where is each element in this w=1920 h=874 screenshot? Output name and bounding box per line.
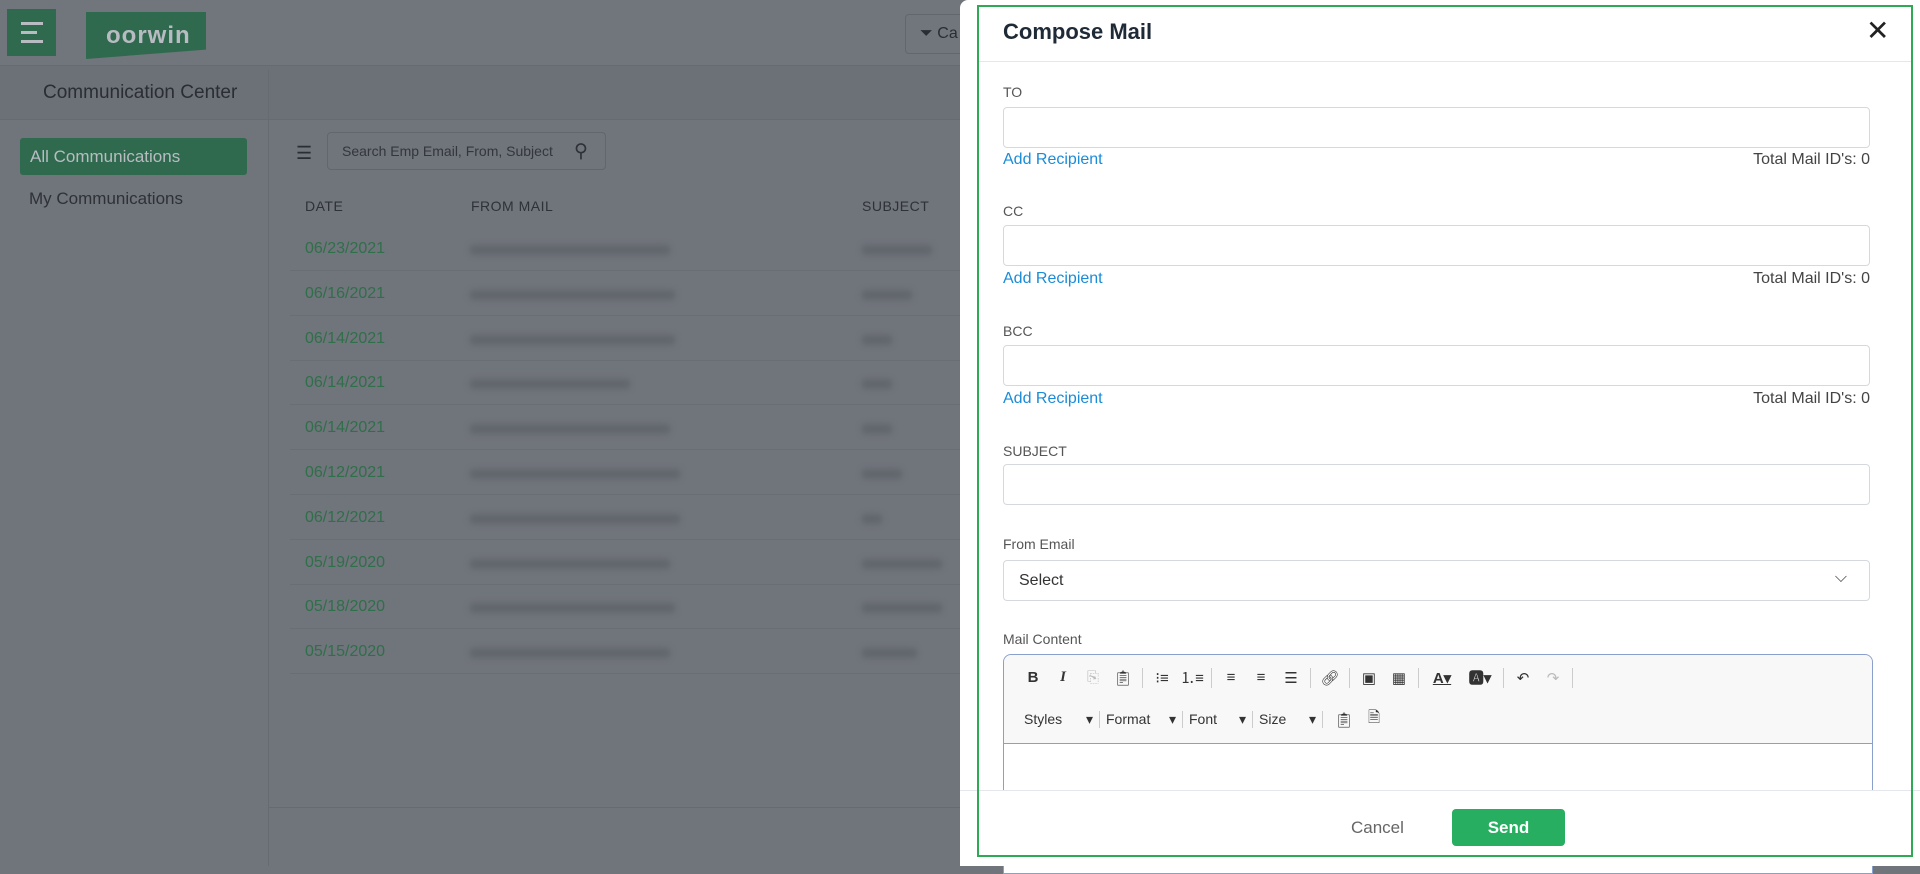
subject-cell-redacted	[862, 245, 932, 255]
cc-add-recipient-link[interactable]: Add Recipient	[1003, 270, 1103, 288]
font-dropdown[interactable]: Font ▾	[1183, 711, 1253, 728]
background-color-icon[interactable]: 🅰︎▾	[1461, 667, 1499, 688]
bcc-add-recipient-link[interactable]: Add Recipient	[1003, 390, 1103, 408]
subject-input[interactable]	[1003, 464, 1870, 505]
date-cell: 06/23/2021	[305, 240, 386, 257]
cc-total: Total Mail ID's: 0	[1753, 270, 1870, 287]
sidebar-item-my-communications[interactable]: My Communications	[29, 189, 183, 209]
filter-icon: ⏷	[920, 25, 933, 42]
divider	[268, 70, 269, 866]
from-mail-cell-redacted	[470, 513, 680, 524]
date-cell: 06/16/2021	[305, 284, 386, 302]
undo-icon[interactable]: ↶	[1508, 669, 1538, 687]
bcc-total: Total Mail ID's: 0	[1753, 390, 1870, 407]
page-title: Communication Center	[43, 82, 238, 103]
subject-cell-redacted	[862, 513, 882, 524]
column-header-date[interactable]: DATE	[305, 198, 343, 214]
text-color-icon[interactable]: A▾	[1423, 669, 1461, 687]
copy-icon[interactable]: ⎘	[1078, 669, 1108, 686]
to-total: Total Mail ID's: 0	[1753, 151, 1870, 168]
divider	[268, 807, 960, 808]
format-dropdown[interactable]: Format ▾	[1100, 711, 1183, 728]
bulleted-list-icon[interactable]: ⁝≡	[1147, 669, 1177, 687]
redo-icon[interactable]: ↷	[1538, 669, 1568, 687]
search-input[interactable]	[327, 132, 606, 170]
send-button[interactable]: Send	[1452, 809, 1565, 846]
subject-cell-redacted	[862, 289, 912, 300]
to-label: TO	[1003, 84, 1023, 100]
divider	[977, 61, 1913, 62]
from-mail-cell-redacted	[470, 245, 670, 255]
subject-label: SUBJECT	[1003, 443, 1067, 459]
paste-icon[interactable]: 📋︎	[1108, 669, 1138, 687]
column-header-from-mail[interactable]: FROM MAIL	[471, 198, 553, 214]
link-icon[interactable]: 🔗︎	[1315, 669, 1345, 687]
table-icon[interactable]: ▦	[1384, 669, 1414, 687]
from-mail-cell-redacted	[470, 603, 675, 614]
date-cell: 05/15/2020	[305, 643, 386, 661]
date-cell: 06/14/2021	[305, 374, 386, 392]
justify-icon[interactable]: ☰	[1276, 669, 1306, 687]
source-icon[interactable]: 🗎︎	[1359, 707, 1389, 732]
from-email-select[interactable]: Select ⌵	[1003, 560, 1870, 601]
numbered-list-icon[interactable]: ⒈≡	[1177, 667, 1207, 688]
cc-label: CC	[1003, 203, 1024, 219]
column-header-subject[interactable]: SUBJECT	[862, 198, 929, 214]
editor-toolbar: B I ⎘ 📋︎ ⁝≡ ⒈≡ ≡ ≡ ☰ 🔗︎ ▣ ▦ A▾ 🅰︎▾ ↶ ↷ S…	[1004, 655, 1872, 744]
subject-cell-redacted	[862, 469, 902, 479]
align-left-icon[interactable]: ≡	[1216, 669, 1246, 686]
bold-icon[interactable]: B	[1018, 669, 1048, 686]
to-add-recipient-link[interactable]: Add Recipient	[1003, 151, 1103, 169]
image-icon[interactable]: ▣	[1354, 669, 1384, 687]
sidebar-item-all-communications[interactable]: All Communications	[20, 138, 247, 175]
from-mail-cell-redacted	[470, 469, 680, 479]
styles-dropdown[interactable]: Styles ▾	[1018, 711, 1100, 728]
from-mail-cell-redacted	[470, 648, 670, 659]
from-email-label: From Email	[1003, 536, 1075, 552]
chevron-down-icon: ⌵	[1834, 569, 1847, 586]
close-icon[interactable]: ✕	[1866, 14, 1889, 47]
mail-content-label: Mail Content	[1003, 631, 1082, 647]
date-cell: 06/14/2021	[305, 329, 386, 347]
date-cell: 06/14/2021	[305, 419, 386, 437]
size-dropdown[interactable]: Size ▾	[1253, 711, 1323, 728]
date-cell: 05/19/2020	[305, 553, 386, 571]
paste-from-word-icon[interactable]: 📋︎	[1329, 711, 1359, 729]
subject-cell-redacted	[862, 603, 942, 614]
bcc-input[interactable]	[1003, 345, 1870, 386]
cancel-button[interactable]: Cancel	[1351, 818, 1404, 838]
list-toggle-icon[interactable]: ☰	[296, 143, 312, 164]
date-cell: 06/12/2021	[305, 464, 386, 481]
search-icon[interactable]: ⚲	[574, 140, 588, 163]
subject-cell-redacted	[862, 334, 892, 345]
date-cell: 05/18/2020	[305, 598, 386, 616]
italic-icon[interactable]: I	[1048, 669, 1078, 686]
subject-cell-redacted	[862, 558, 942, 569]
subject-cell-redacted	[862, 424, 892, 435]
date-cell: 06/12/2021	[305, 508, 386, 526]
from-mail-cell-redacted	[470, 424, 670, 435]
bcc-label: BCC	[1003, 323, 1033, 339]
cc-input[interactable]	[1003, 225, 1870, 266]
align-center-icon[interactable]: ≡	[1246, 669, 1276, 686]
subject-cell-redacted	[862, 379, 892, 390]
from-mail-cell-redacted	[470, 379, 630, 390]
modal-title: Compose Mail	[1003, 19, 1153, 44]
to-input[interactable]	[1003, 107, 1870, 148]
from-mail-cell-redacted	[470, 558, 670, 569]
from-mail-cell-redacted	[470, 289, 675, 300]
subject-cell-redacted	[862, 648, 917, 659]
modal-footer	[960, 790, 1920, 866]
menu-button[interactable]	[7, 9, 56, 56]
from-mail-cell-redacted	[470, 334, 675, 345]
